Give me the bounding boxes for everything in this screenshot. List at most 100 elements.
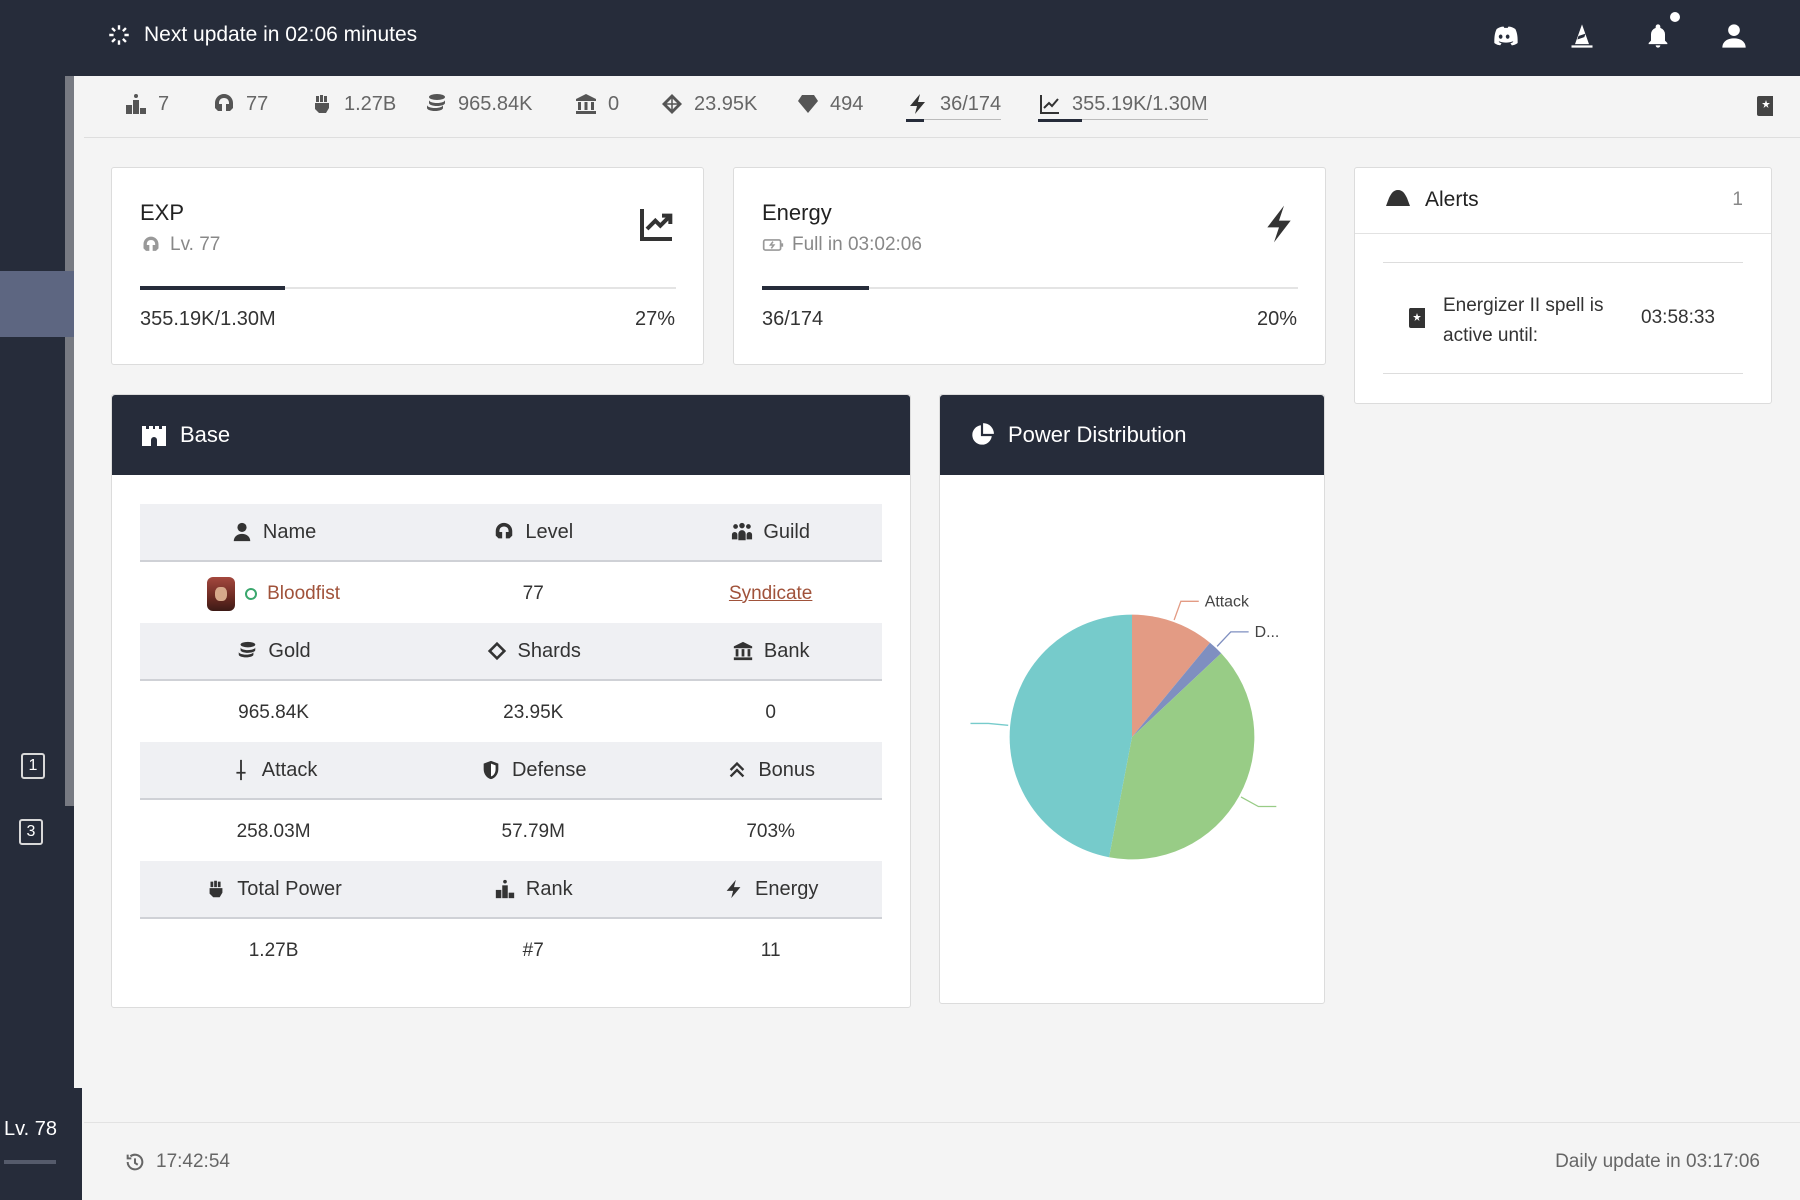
stat-level[interactable]: 77 — [212, 92, 268, 116]
stat-power-value: 1.27B — [344, 92, 397, 115]
daily-update-text: Daily update in 03:17:06 — [1555, 1151, 1760, 1172]
coins-icon — [427, 94, 445, 111]
header-energy: Energy — [754, 877, 819, 900]
wizard-button[interactable] — [1568, 22, 1596, 50]
energy-full-in: Full in 03:02:06 — [762, 234, 922, 256]
header-shards: Shards — [517, 639, 581, 662]
chart-line-icon — [640, 209, 673, 241]
power-distribution-panel: Power Distribution Attack D... — [939, 394, 1325, 1004]
sidebar-page-3[interactable]: 3 — [19, 819, 43, 845]
base-header-row-3: Attack Defense Bonus — [140, 742, 882, 800]
helmet-icon — [143, 236, 159, 251]
energy-value-cell: 11 — [760, 939, 781, 961]
sword-icon — [236, 759, 246, 781]
notification-dot — [1670, 12, 1680, 22]
header-defense: Defense — [511, 758, 587, 781]
energy-full-in-text: Full in 03:02:06 — [792, 234, 922, 255]
table-row: 1.27B #7 11 — [140, 921, 882, 980]
alerts-header: Alerts 1 — [1355, 168, 1771, 234]
wizard-hat-icon — [1571, 24, 1593, 48]
shard-icon — [487, 641, 506, 661]
defense-value: 57.79M — [501, 820, 565, 842]
exp-progress-track — [140, 286, 676, 290]
table-row: Bloodfist 77 Syndicate — [140, 564, 882, 623]
top-bar: Next update in 02:06 minutes — [0, 0, 1800, 76]
lightning-icon — [910, 94, 925, 114]
power-pie-chart: Attack D... — [940, 475, 1324, 1009]
header-total-power: Total Power — [237, 877, 342, 900]
base-panel: Base Name Level Guild Bloodfist 77 Syndi… — [111, 394, 911, 1008]
energy-progress-fill — [762, 286, 870, 290]
lightning-icon — [1267, 205, 1291, 243]
discord-button[interactable] — [1492, 22, 1520, 50]
stat-exp-value: 355.19K/1.30M — [1072, 92, 1208, 115]
sidebar-level: Lv. 78 — [4, 1118, 57, 1140]
header-attack: Attack — [261, 758, 318, 781]
alert-item[interactable]: Energizer II spell is active until: 03:5… — [1383, 262, 1743, 374]
base-header-row-4: Total Power Rank Energy — [140, 861, 882, 919]
stat-gold[interactable]: 965.84K — [424, 92, 533, 116]
online-status-icon — [245, 587, 258, 600]
stat-rank[interactable]: 7 — [124, 92, 169, 116]
wizard-hat-icon — [1386, 190, 1410, 206]
next-update-text: Next update in 02:06 minutes — [144, 23, 418, 46]
fist-icon — [209, 880, 223, 898]
podium-icon — [126, 94, 146, 114]
stat-energy-value: 36/174 — [940, 92, 1002, 115]
pie-slice-3[interactable] — [1009, 614, 1132, 858]
stat-level-value: 77 — [246, 92, 269, 115]
stat-gems[interactable]: 494 — [796, 92, 863, 116]
pie-chart-svg: Attack D... — [970, 593, 1279, 860]
shards-value: 23.95K — [503, 701, 564, 723]
header-bank: Bank — [763, 639, 810, 662]
stat-rank-value: 7 — [158, 92, 170, 115]
player-avatar[interactable] — [207, 576, 236, 611]
notifications-button[interactable] — [1644, 12, 1680, 50]
pie-leader-line-2 — [1240, 796, 1277, 808]
header-guild: Guild — [763, 520, 811, 543]
player-level: 77 — [522, 582, 544, 604]
rank-value: #7 — [522, 939, 544, 961]
header-bonus: Bonus — [758, 758, 816, 781]
table-row: 258.03M 57.79M 703% — [140, 802, 882, 861]
total-power-value: 1.27B — [248, 939, 299, 961]
stat-energy-progress — [906, 119, 924, 122]
player-name-link[interactable]: Bloodfist — [267, 583, 340, 605]
base-header-row-1: Name Level Guild — [140, 504, 882, 562]
user-icon — [1722, 24, 1746, 48]
stat-bank[interactable]: 0 — [574, 92, 619, 116]
alert-message: Energizer II spell is active until: — [1443, 295, 1604, 346]
spellbook-icon[interactable] — [1754, 94, 1778, 118]
stat-gold-value: 965.84K — [458, 92, 533, 115]
battery-charge-icon — [762, 239, 784, 251]
exp-value: 355.19K/1.30M — [140, 308, 276, 330]
pie-leader-line-0 — [1173, 600, 1199, 621]
header-gold: Gold — [268, 639, 311, 662]
stat-exp[interactable]: 355.19K/1.30M — [1038, 92, 1208, 122]
bank-value: 0 — [765, 701, 776, 723]
fist-icon — [315, 95, 329, 113]
bell-icon — [1648, 24, 1668, 48]
refresh-icon — [109, 25, 129, 45]
stat-shards[interactable]: 23.95K — [660, 92, 757, 116]
energy-title: Energy — [762, 200, 832, 225]
energy-percent: 20% — [1256, 308, 1297, 330]
podium-icon — [495, 879, 515, 899]
sidebar-scrollbar[interactable] — [65, 76, 74, 806]
bank-icon — [733, 641, 753, 661]
stat-energy[interactable]: 36/174 — [906, 92, 1002, 122]
profile-button[interactable] — [1720, 22, 1748, 50]
energy-card: Energy Full in 03:02:06 36/174 20% — [733, 167, 1326, 365]
sidebar-active-item[interactable] — [0, 271, 74, 337]
sidebar-page-1[interactable]: 1 — [21, 753, 45, 779]
stat-power[interactable]: 1.27B — [310, 92, 396, 116]
pie-leader-line-1 — [1216, 631, 1249, 647]
guild-link[interactable]: Syndicate — [729, 583, 812, 605]
spellbook-icon — [1408, 308, 1425, 328]
energy-progress-track — [762, 286, 1298, 290]
gold-value: 965.84K — [238, 701, 309, 723]
stat-shards-value: 23.95K — [694, 92, 758, 115]
pie-leader-line-3 — [970, 722, 1009, 726]
power-distribution-header: Power Distribution — [940, 395, 1324, 475]
lightning-icon — [726, 879, 741, 899]
